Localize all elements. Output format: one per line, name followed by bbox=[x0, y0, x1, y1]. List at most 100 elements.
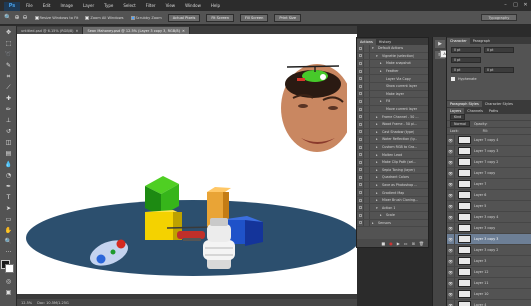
first-line-field[interactable]: 0 pt bbox=[451, 57, 481, 63]
blend-mode-select[interactable]: Normal bbox=[450, 121, 470, 127]
action-row[interactable]: ▸ Gradient Map bbox=[357, 189, 428, 197]
layer-row[interactable]: 👁 Layer 3 copy bbox=[447, 223, 531, 234]
toggle-checkbox[interactable] bbox=[357, 60, 364, 67]
dialog-toggle[interactable] bbox=[364, 212, 370, 219]
layer-row[interactable]: 👁 Layer 6 bbox=[447, 190, 531, 201]
screen-mode-icon[interactable]: ▣ bbox=[3, 288, 14, 297]
stop-recording-icon[interactable]: ■ bbox=[381, 241, 385, 246]
resize-windows-checkbox[interactable]: Resize Windows to Fit bbox=[34, 15, 78, 20]
toggle-checkbox[interactable] bbox=[357, 98, 364, 105]
dialog-toggle[interactable] bbox=[364, 196, 370, 204]
toggle-checkbox[interactable] bbox=[357, 181, 364, 189]
zoom-tool-icon[interactable]: 🔍 bbox=[4, 14, 11, 21]
tab-character-styles[interactable]: Character Styles bbox=[482, 101, 516, 107]
visibility-eye-icon[interactable]: 👁 bbox=[447, 289, 455, 299]
action-row[interactable]: ▾ Vignette (selection) bbox=[357, 52, 428, 61]
toggle-checkbox[interactable] bbox=[357, 136, 364, 143]
layer-row[interactable]: 👁 Layer 11 bbox=[447, 278, 531, 289]
close-tab-icon[interactable]: ✕ bbox=[76, 29, 79, 33]
visibility-eye-icon[interactable]: 👁 bbox=[447, 190, 455, 200]
toggle-checkbox[interactable] bbox=[357, 204, 364, 212]
type-tool-icon[interactable]: T bbox=[3, 193, 14, 202]
action-row[interactable]: Show current layer bbox=[357, 82, 428, 91]
menu-filter[interactable]: Filter bbox=[146, 3, 156, 8]
tab-sean-mahoney[interactable]: Sean Mahoney.psd @ 12.5% (Layer 3 copy 3… bbox=[83, 27, 190, 34]
crop-tool-icon[interactable]: ⌗ bbox=[3, 72, 14, 81]
hand-tool-icon[interactable]: ✋ bbox=[3, 226, 14, 235]
fit-screen-button[interactable]: Fit Screen bbox=[206, 13, 235, 22]
minimize-button[interactable]: – bbox=[502, 1, 509, 8]
action-row[interactable]: ▸ Frame Channel - 50 ... bbox=[357, 113, 428, 121]
dialog-toggle[interactable] bbox=[364, 60, 370, 67]
dialog-toggle[interactable] bbox=[364, 98, 370, 105]
dialog-toggle[interactable] bbox=[364, 143, 370, 151]
stamp-tool-icon[interactable]: ⊥ bbox=[3, 116, 14, 125]
menu-select[interactable]: Select bbox=[123, 3, 135, 8]
workspace-switcher[interactable]: Typography bbox=[481, 14, 517, 21]
toggle-checkbox[interactable] bbox=[357, 174, 364, 181]
quick-select-tool-icon[interactable]: ✎ bbox=[3, 61, 14, 70]
visibility-eye-icon[interactable]: 👁 bbox=[447, 201, 455, 211]
dialog-toggle[interactable] bbox=[364, 67, 370, 75]
tab-history[interactable]: History bbox=[375, 39, 395, 45]
toggle-checkbox[interactable] bbox=[357, 45, 364, 52]
print-size-button[interactable]: Print Size bbox=[274, 13, 302, 22]
space-after-field[interactable]: 0 pt bbox=[484, 67, 514, 73]
move-tool-icon[interactable]: ✥ bbox=[3, 28, 14, 37]
brush-tool-icon[interactable]: ✏ bbox=[3, 105, 14, 114]
tab-channels[interactable]: Channels bbox=[464, 108, 486, 114]
toggle-checkbox[interactable] bbox=[357, 105, 364, 113]
action-row[interactable]: ▸ Mixer Brush Cloning... bbox=[357, 196, 428, 205]
dialog-toggle[interactable] bbox=[364, 204, 370, 212]
dialog-toggle[interactable] bbox=[364, 105, 370, 113]
blur-tool-icon[interactable]: 💧 bbox=[3, 160, 14, 169]
action-row[interactable]: ▸ Sensors bbox=[357, 219, 428, 228]
toggle-checkbox[interactable] bbox=[357, 90, 364, 98]
dodge-tool-icon[interactable]: ◔ bbox=[3, 171, 14, 180]
visibility-eye-icon[interactable]: 👁 bbox=[447, 234, 455, 244]
dialog-toggle[interactable] bbox=[364, 128, 370, 136]
fill-screen-button[interactable]: Fill Screen bbox=[240, 13, 269, 22]
close-button[interactable]: ✕ bbox=[522, 1, 529, 8]
action-row[interactable]: ▾ Action 1 bbox=[357, 204, 428, 213]
dialog-toggle[interactable] bbox=[364, 166, 370, 174]
dialog-toggle[interactable] bbox=[364, 136, 370, 143]
action-row[interactable]: ▸ Fill bbox=[357, 98, 428, 106]
zoom-level[interactable]: 12.5% bbox=[21, 301, 32, 305]
visibility-eye-icon[interactable]: 👁 bbox=[447, 146, 455, 156]
dialog-toggle[interactable] bbox=[364, 82, 370, 90]
toggle-checkbox[interactable] bbox=[357, 75, 364, 82]
dialog-toggle[interactable] bbox=[364, 113, 370, 120]
dialog-toggle[interactable] bbox=[364, 75, 370, 82]
toggle-checkbox[interactable] bbox=[357, 196, 364, 204]
visibility-eye-icon[interactable]: 👁 bbox=[447, 300, 455, 306]
visibility-eye-icon[interactable]: 👁 bbox=[447, 245, 455, 255]
new-action-icon[interactable]: ⊞ bbox=[412, 241, 415, 246]
maximize-button[interactable]: □ bbox=[512, 1, 519, 8]
visibility-eye-icon[interactable]: 👁 bbox=[447, 157, 455, 167]
layer-row[interactable]: 👁 Layer 7 copy bbox=[447, 168, 531, 179]
tab-paragraph-styles[interactable]: Paragraph Styles bbox=[447, 101, 482, 107]
toggle-checkbox[interactable] bbox=[357, 166, 364, 174]
marquee-tool-icon[interactable]: ⬚ bbox=[3, 39, 14, 48]
menu-help[interactable]: Help bbox=[211, 3, 220, 8]
tab-paragraph[interactable]: Paragraph bbox=[470, 38, 493, 44]
menu-type[interactable]: Type bbox=[104, 3, 113, 8]
dialog-toggle[interactable] bbox=[364, 45, 370, 52]
layer-row[interactable]: 👁 Layer 5 bbox=[447, 201, 531, 212]
menu-window[interactable]: Window bbox=[185, 3, 201, 8]
menu-image[interactable]: Image bbox=[60, 3, 73, 8]
dialog-toggle[interactable] bbox=[364, 120, 370, 128]
action-row[interactable]: ▸ Scale bbox=[357, 212, 428, 220]
action-row[interactable]: Layer Via Copy bbox=[357, 75, 428, 83]
action-row[interactable]: ▸ Quadrant Colors bbox=[357, 174, 428, 182]
action-row[interactable]: ▸ Custom RGB to Gra... bbox=[357, 143, 428, 152]
action-row[interactable]: ▸ Save as Photoshop ... bbox=[357, 181, 428, 190]
action-row[interactable]: ▸ Water Reflection (ty... bbox=[357, 136, 428, 144]
toggle-checkbox[interactable] bbox=[357, 82, 364, 90]
action-row[interactable]: ▸ Make snapshot bbox=[357, 60, 428, 68]
trash-icon[interactable]: 🗑 bbox=[419, 241, 424, 246]
path-select-tool-icon[interactable]: ➤ bbox=[3, 204, 14, 213]
actual-pixels-button[interactable]: Actual Pixels bbox=[167, 13, 201, 22]
zoom-all-windows-checkbox[interactable]: Zoom All Windows bbox=[85, 15, 124, 20]
